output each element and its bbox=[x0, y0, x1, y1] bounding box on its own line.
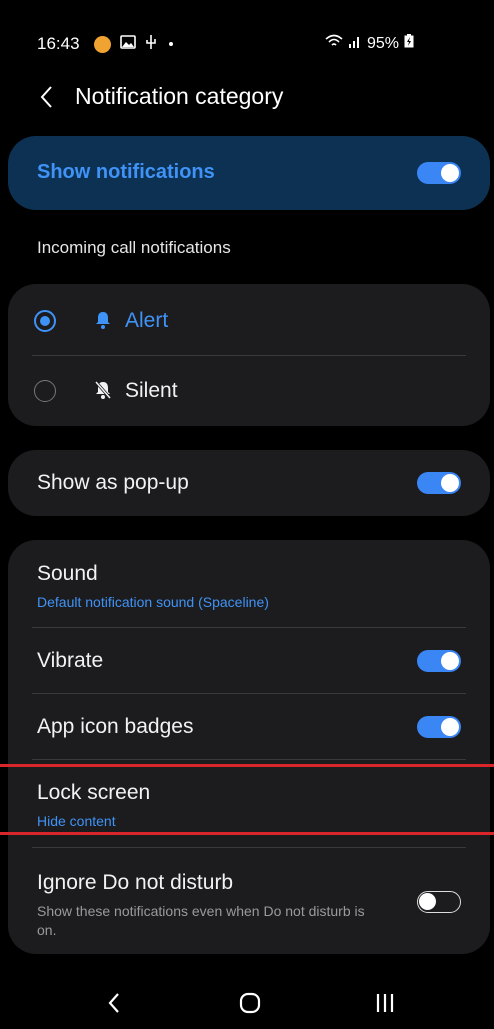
navigation-bar bbox=[0, 980, 494, 1029]
recents-icon[interactable] bbox=[374, 990, 396, 1021]
usb-icon bbox=[145, 34, 157, 54]
sound-row[interactable]: Sound Default notification sound (Spacel… bbox=[8, 540, 490, 626]
show-notifications-toggle[interactable] bbox=[417, 162, 461, 184]
dot-icon bbox=[169, 42, 173, 46]
signal-icon bbox=[348, 34, 362, 53]
ignore-dnd-description: Show these notifications even when Do no… bbox=[37, 903, 365, 938]
show-notifications-label: Show notifications bbox=[37, 161, 215, 183]
page-title: Notification category bbox=[75, 83, 284, 109]
ignore-dnd-toggle[interactable] bbox=[417, 891, 461, 913]
sound-label: Sound bbox=[37, 562, 98, 585]
app-notification-icon bbox=[94, 35, 111, 53]
gallery-icon bbox=[120, 35, 136, 53]
incoming-call-options: Alert Silent bbox=[8, 284, 490, 426]
app-icon-badges-toggle[interactable] bbox=[417, 716, 461, 738]
highlight-line-top bbox=[0, 764, 494, 767]
silent-radio[interactable] bbox=[34, 380, 56, 402]
show-notifications-card[interactable]: Show notifications bbox=[8, 136, 490, 210]
back-icon[interactable] bbox=[106, 990, 122, 1021]
vibrate-row[interactable]: Vibrate bbox=[8, 628, 490, 692]
bell-off-icon bbox=[94, 380, 114, 400]
lock-screen-value: Hide content bbox=[37, 813, 116, 829]
home-icon[interactable] bbox=[238, 990, 262, 1021]
app-icon-badges-label: App icon badges bbox=[37, 715, 194, 738]
vibrate-label: Vibrate bbox=[37, 649, 104, 672]
divider bbox=[32, 759, 466, 760]
back-button[interactable] bbox=[36, 82, 58, 112]
bell-icon bbox=[94, 310, 114, 330]
show-as-popup-row[interactable]: Show as pop-up bbox=[8, 450, 490, 516]
ignore-dnd-row[interactable]: Ignore Do not disturb Show these notific… bbox=[8, 848, 490, 948]
popup-toggle[interactable] bbox=[417, 472, 461, 494]
settings-card: Sound Default notification sound (Spacel… bbox=[8, 540, 490, 954]
option-silent[interactable]: Silent bbox=[8, 356, 490, 426]
wifi-icon bbox=[325, 34, 343, 53]
sound-value: Default notification sound (Spaceline) bbox=[37, 594, 269, 610]
battery-charging-icon bbox=[404, 34, 414, 53]
alert-radio[interactable] bbox=[34, 310, 56, 332]
chevron-left-icon bbox=[40, 86, 52, 108]
ignore-dnd-label: Ignore Do not disturb bbox=[37, 871, 234, 894]
lock-screen-row[interactable]: Lock screen Hide content bbox=[8, 766, 490, 856]
highlight-line-bottom bbox=[0, 832, 494, 835]
alert-label: Alert bbox=[125, 309, 169, 332]
popup-label: Show as pop-up bbox=[37, 471, 189, 494]
option-alert[interactable]: Alert bbox=[8, 286, 490, 356]
battery-percent: 95% bbox=[366, 34, 399, 52]
section-label: Incoming call notifications bbox=[37, 238, 231, 257]
vibrate-toggle[interactable] bbox=[417, 650, 461, 672]
app-icon-badges-row[interactable]: App icon badges bbox=[8, 694, 490, 758]
silent-label: Silent bbox=[125, 379, 178, 402]
app-header: Notification category bbox=[0, 72, 494, 122]
status-time: 16:43 bbox=[37, 34, 80, 53]
lock-screen-label: Lock screen bbox=[37, 781, 151, 804]
